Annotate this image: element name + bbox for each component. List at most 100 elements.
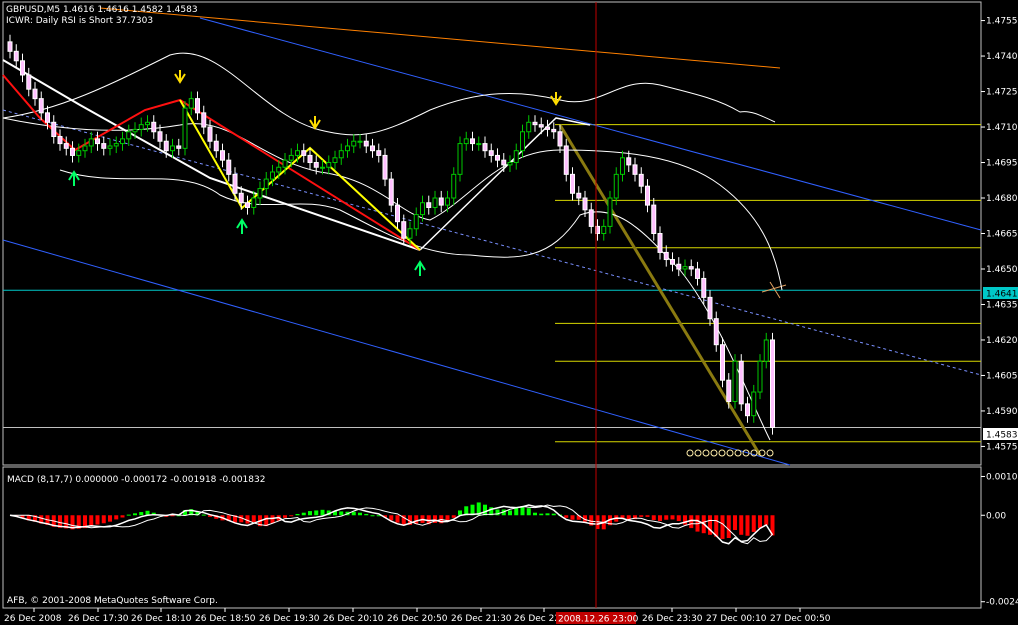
candle-body xyxy=(295,150,300,156)
time-tick-label: 26 Dec 18:10 xyxy=(131,614,192,624)
candle-body xyxy=(332,157,338,164)
candle-body xyxy=(101,143,107,149)
macd-bar xyxy=(358,512,362,516)
candle-body xyxy=(188,98,194,109)
macd-bar xyxy=(758,515,762,529)
macd-tick-label: 0.00 xyxy=(986,511,1006,521)
candle-body xyxy=(7,41,13,52)
candle-body xyxy=(32,88,38,100)
macd-bar xyxy=(564,515,569,518)
candle-body xyxy=(301,150,307,156)
candle-body xyxy=(307,154,313,164)
price-tick-label: 1.4620 xyxy=(986,336,1018,346)
candle-body xyxy=(263,178,269,190)
candle-body xyxy=(426,202,432,208)
macd-bar xyxy=(314,510,319,516)
candle-body xyxy=(388,178,394,206)
candle-body xyxy=(82,145,88,152)
candle-body xyxy=(745,403,750,417)
candle-body xyxy=(513,150,519,164)
macd-bar xyxy=(751,515,756,532)
candle-body xyxy=(95,138,100,145)
candle-body xyxy=(420,202,425,216)
time-tick-label: 26 Dec 20:10 xyxy=(323,614,384,624)
candle-body xyxy=(770,339,775,429)
macd-bar xyxy=(676,515,681,522)
candle-body xyxy=(338,150,344,159)
symbol-header: GBPUSD,M5 1.4616 1.4616 1.4582 1.4583 xyxy=(6,5,198,15)
macd-tick-label: -0.00243 xyxy=(986,598,1018,608)
candle-body xyxy=(120,138,125,145)
candle-body xyxy=(651,204,657,234)
current-price-text: 1.4583 xyxy=(986,431,1018,441)
time-tick-label: 27 Dec 00:50 xyxy=(770,614,831,624)
candle-body xyxy=(351,140,357,147)
candle-body xyxy=(557,131,563,147)
candle-body xyxy=(451,173,457,199)
candle-body xyxy=(570,173,575,194)
macd-bar xyxy=(370,515,375,517)
candle-body xyxy=(176,145,182,149)
candle-body xyxy=(220,150,225,161)
macd-bar xyxy=(139,512,144,516)
candle-body xyxy=(482,143,488,152)
macd-bar xyxy=(320,509,325,516)
candle-body xyxy=(226,159,232,175)
candle-body xyxy=(88,138,94,147)
candle-body xyxy=(357,140,363,143)
candle-body xyxy=(738,360,744,405)
candle-body xyxy=(713,318,719,346)
candle-body xyxy=(238,192,244,204)
candle-body xyxy=(432,197,438,208)
candle-body xyxy=(151,121,157,133)
macd-bar xyxy=(101,515,106,524)
candle-body xyxy=(701,277,707,298)
candle-body xyxy=(763,339,769,362)
candle-body xyxy=(463,138,469,145)
candle-body xyxy=(695,268,700,279)
time-tick-label: 26 Dec 23:30 xyxy=(642,614,703,624)
candle-body xyxy=(470,138,475,145)
time-tick-label: 26 Dec 2008 xyxy=(4,614,62,624)
candle-body xyxy=(213,140,219,152)
price-tick-label: 1.4650 xyxy=(986,265,1018,275)
candle-body xyxy=(488,150,494,156)
macd-bar xyxy=(570,515,575,520)
candle-body xyxy=(163,140,169,152)
price-tick-label: 1.4590 xyxy=(986,407,1018,417)
macd-bar xyxy=(339,511,344,516)
macd-bar xyxy=(95,515,100,525)
price-tick-label: 1.4710 xyxy=(986,123,1018,133)
candle-body xyxy=(757,360,763,393)
macd-bar xyxy=(539,513,544,516)
candle-body xyxy=(532,121,538,126)
level-price-text: 1.4641 xyxy=(986,290,1018,300)
macd-bar xyxy=(351,511,356,516)
forex-chart[interactable]: 1.4755 1.4740 1.4725 1.4710 1.4695 1.4680 1.46… xyxy=(0,0,1018,625)
macd-bar xyxy=(270,515,275,524)
candle-body xyxy=(345,145,350,152)
macd-bar xyxy=(689,515,694,529)
candle-body xyxy=(363,140,369,147)
macd-bar xyxy=(526,508,531,516)
candle-body xyxy=(507,162,513,166)
candle-body xyxy=(20,60,25,76)
candle-body xyxy=(626,157,632,166)
macd-bar xyxy=(670,515,675,520)
candle-body xyxy=(526,121,532,133)
macd-bar xyxy=(126,514,131,516)
candle-body xyxy=(445,197,450,206)
candle-body xyxy=(195,98,200,114)
candle-body xyxy=(495,154,500,161)
macd-bar xyxy=(108,515,112,522)
candle-body xyxy=(582,197,588,211)
price-tick-label: 1.4680 xyxy=(986,194,1018,204)
macd-bar xyxy=(726,515,731,538)
candle-body xyxy=(601,225,607,235)
macd-bar xyxy=(251,515,256,522)
candle-body xyxy=(232,173,238,194)
macd-bar xyxy=(733,515,737,530)
macd-bar xyxy=(451,515,456,518)
candle-body xyxy=(251,197,257,208)
candle-body xyxy=(520,131,525,152)
